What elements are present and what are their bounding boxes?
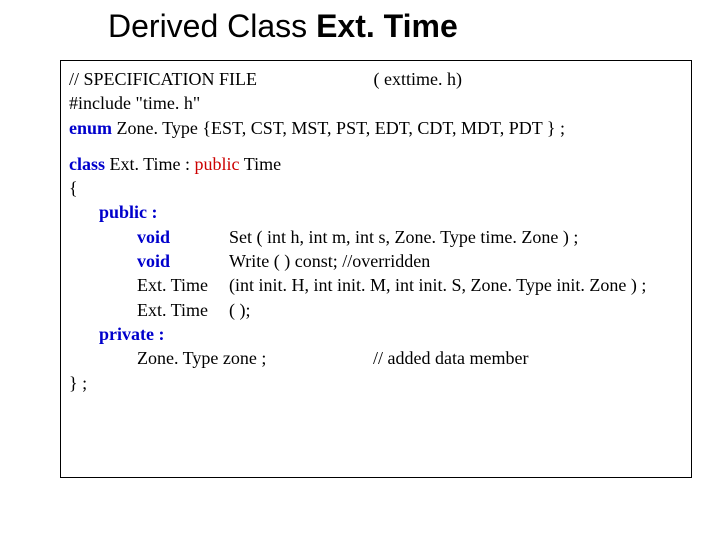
title-bold: Ext. Time [316, 8, 458, 44]
code-line: Zone. Type zone ;// added data member [69, 346, 683, 370]
class-name: Ext. Time : [105, 154, 195, 174]
code-line: class Ext. Time : public Time [69, 152, 683, 176]
base-class: Time [240, 154, 282, 174]
keyword-class: class [69, 154, 105, 174]
blank-line [69, 140, 683, 152]
page-title: Derived Class Ext. Time [108, 8, 458, 45]
method-set: Set ( int h, int m, int s, Zone. Type ti… [229, 227, 578, 247]
keyword-private: private : [99, 324, 164, 344]
code-line: Ext. Time( ); [69, 298, 683, 322]
spec-file-name: ( exttime. h) [374, 69, 462, 89]
code-line: // SPECIFICATION FILE ( exttime. h) [69, 67, 683, 91]
member-decl: Zone. Type zone ; [137, 346, 373, 370]
code-line: voidWrite ( ) const; //overridden [69, 249, 683, 273]
code-box: // SPECIFICATION FILE ( exttime. h) #inc… [60, 60, 692, 478]
keyword-public: public : [99, 202, 158, 222]
keyword-void: void [137, 249, 229, 273]
ctor-name: Ext. Time [137, 298, 229, 322]
code-line: enum Zone. Type {EST, CST, MST, PST, EDT… [69, 116, 683, 140]
enum-body: Zone. Type {EST, CST, MST, PST, EDT, CDT… [112, 118, 565, 138]
keyword-void: void [137, 225, 229, 249]
code-line: #include "time. h" [69, 91, 683, 115]
code-line: { [69, 176, 683, 200]
ctor-params: (int init. H, int init. M, int init. S, … [229, 275, 646, 295]
title-prefix: Derived Class [108, 8, 316, 44]
method-write: Write ( ) const; //overridden [229, 251, 430, 271]
ctor-name: Ext. Time [137, 273, 229, 297]
code-line: public : [69, 200, 683, 224]
member-comment: // added data member [373, 348, 528, 368]
ctor-default: ( ); [229, 300, 251, 320]
code-line: voidSet ( int h, int m, int s, Zone. Typ… [69, 225, 683, 249]
keyword-enum: enum [69, 118, 112, 138]
spec-file-label: // SPECIFICATION FILE [69, 67, 369, 91]
code-line: } ; [69, 371, 683, 395]
code-line: private : [69, 322, 683, 346]
code-line: Ext. Time(int init. H, int init. M, int … [69, 273, 683, 297]
slide: Derived Class Ext. Time // SPECIFICATION… [0, 0, 720, 540]
keyword-public-inherit: public [195, 154, 240, 174]
